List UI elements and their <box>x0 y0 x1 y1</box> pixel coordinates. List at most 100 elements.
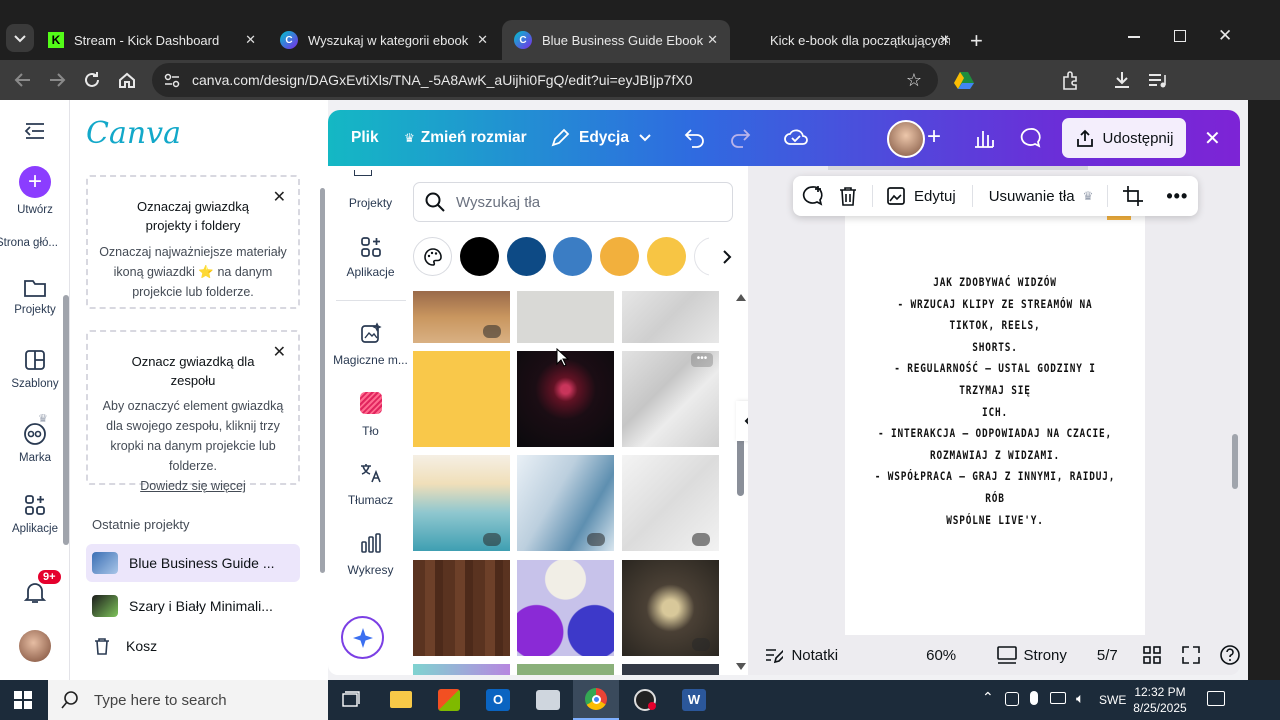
forward-icon[interactable] <box>46 69 68 91</box>
close-icon[interactable]: ✕ <box>477 32 488 48</box>
rail-item-projects[interactable]: Projekty <box>0 276 70 316</box>
file-explorer-icon[interactable] <box>390 691 412 708</box>
windows-start-icon[interactable] <box>14 691 32 709</box>
pages-button[interactable]: Strony <box>1024 647 1067 664</box>
download-icon[interactable] <box>1111 69 1133 91</box>
color-swatch-blue[interactable] <box>553 237 592 276</box>
close-icon[interactable]: ✕ <box>707 32 718 48</box>
create-button[interactable]: + Utwórz <box>0 166 70 216</box>
rail-item-apps[interactable]: Aplikacje <box>0 493 70 535</box>
background-thumbnail-balloons[interactable] <box>517 560 614 656</box>
background-thumbnail-dark[interactable] <box>622 664 719 675</box>
notification-center-icon[interactable] <box>1207 691 1225 706</box>
remove-background-button[interactable]: Usuwanie tła <box>989 188 1075 205</box>
background-thumbnail-laboratory[interactable] <box>517 455 614 551</box>
left-rail-scrollbar[interactable] <box>63 295 69 545</box>
word-icon[interactable]: W <box>682 689 706 711</box>
canvas-scrollbar[interactable] <box>1232 434 1238 489</box>
comment-icon[interactable] <box>1019 126 1043 150</box>
bookmark-star-icon[interactable]: ☆ <box>906 70 922 91</box>
close-icon[interactable]: ✕ <box>245 32 256 48</box>
resize-menu[interactable]: ♛ Zmień rozmiar <box>404 110 527 166</box>
side-panel-scrollbar[interactable] <box>320 188 325 573</box>
background-thumbnail-ocean[interactable] <box>413 455 510 551</box>
file-menu[interactable]: Plik <box>351 110 379 166</box>
crop-icon[interactable] <box>1122 185 1144 207</box>
app-icon[interactable] <box>536 690 560 710</box>
recent-item[interactable]: Szary i Biały Minimali... <box>86 587 300 625</box>
color-swatch-orange[interactable] <box>600 237 639 276</box>
background-thumbnail-marble[interactable] <box>622 291 719 343</box>
close-window-button[interactable]: ✕ <box>1218 26 1232 46</box>
task-view-icon[interactable] <box>341 690 361 710</box>
learn-more-link[interactable]: Dowiedz się więcej <box>96 476 290 496</box>
tool-apps[interactable]: Aplikacje <box>328 236 413 279</box>
rail-item-templates[interactable]: Szablony <box>0 348 70 390</box>
drive-icon[interactable] <box>953 69 975 91</box>
reload-icon[interactable] <box>81 69 103 91</box>
swatch-scroll-right[interactable] <box>709 237 745 276</box>
outlook-icon[interactable]: O <box>486 689 510 711</box>
user-avatar[interactable] <box>19 630 51 662</box>
new-tab-button[interactable]: + <box>970 28 983 54</box>
more-options-icon[interactable]: ••• <box>691 353 713 367</box>
minimize-button[interactable] <box>1128 36 1140 38</box>
edit-menu[interactable]: Edycja <box>550 110 652 166</box>
close-icon[interactable]: ✕ <box>939 32 950 48</box>
home-icon[interactable] <box>116 69 138 91</box>
share-button[interactable]: Udostępnij <box>1062 118 1186 158</box>
page-text-block[interactable]: JAK ZDOBYWAĆ WIDZÓW - WRZUCAJ KLIPY ZE S… <box>872 272 1118 531</box>
color-swatch-black[interactable] <box>460 237 499 276</box>
extensions-icon[interactable] <box>1060 69 1082 91</box>
tool-background[interactable]: Tło <box>328 392 413 438</box>
magic-assistant-button[interactable] <box>341 616 384 659</box>
color-swatch-navy[interactable] <box>507 237 546 276</box>
background-thumbnail-green[interactable] <box>517 664 614 675</box>
tool-projects[interactable]: Projekty <box>328 196 413 210</box>
tool-charts[interactable]: Wykresy <box>328 532 413 577</box>
tab-search-ebook[interactable]: C Wyszukaj w kategorii ebook ter ✕ <box>268 20 500 60</box>
notes-button[interactable]: Notatki <box>791 647 838 664</box>
background-thumbnail-hallway[interactable] <box>622 560 719 656</box>
pages-icon[interactable] <box>996 645 1017 665</box>
design-page[interactable]: JAK ZDOBYWAĆ WIDZÓW - WRZUCAJ KLIPY ZE S… <box>845 216 1145 635</box>
zoom-level[interactable]: 60% <box>926 647 956 664</box>
comment-add-icon[interactable] <box>801 184 825 208</box>
collaborator-avatar[interactable] <box>887 120 925 158</box>
background-thumbnail-classroom[interactable] <box>413 291 510 343</box>
site-settings-icon[interactable] <box>162 70 182 90</box>
tool-magic[interactable]: Magiczne m... <box>328 322 413 367</box>
rail-item-home[interactable]: Strona głó... <box>0 237 70 249</box>
microphone-icon[interactable] <box>1030 691 1038 705</box>
panel-scroll-up[interactable] <box>736 294 746 301</box>
restore-button[interactable] <box>1174 30 1186 42</box>
analytics-icon[interactable] <box>972 126 996 150</box>
background-thumbnail-wood[interactable] <box>413 560 510 656</box>
redo-icon[interactable] <box>728 127 752 149</box>
back-icon[interactable] <box>12 69 34 91</box>
tab-kick-dashboard[interactable]: K Stream - Kick Dashboard ✕ <box>36 20 268 60</box>
cloud-saved-icon[interactable] <box>783 125 809 149</box>
collapse-menu-icon[interactable] <box>24 122 46 140</box>
tab-blue-business-guide[interactable]: C Blue Business Guide Ebook – O ✕ <box>502 20 730 60</box>
chrome-icon[interactable] <box>573 680 619 720</box>
panel-scroll-down[interactable] <box>736 663 746 670</box>
recent-item[interactable]: Blue Business Guide ... <box>86 544 300 582</box>
close-icon[interactable]: ✕ <box>273 187 286 207</box>
palette-button[interactable] <box>413 237 452 276</box>
tool-translate[interactable]: Tłumacz <box>328 462 413 507</box>
close-editor-button[interactable]: ✕ <box>1204 126 1221 151</box>
background-thumbnail-gradient[interactable] <box>413 664 510 675</box>
meet-now-icon[interactable] <box>1005 692 1019 706</box>
background-thumbnail-crumpled-paper[interactable]: ••• <box>622 351 719 447</box>
more-options-icon[interactable]: ••• <box>1166 186 1188 207</box>
background-search-input[interactable]: Wyszukaj tła <box>413 182 733 222</box>
undo-icon[interactable] <box>683 127 707 149</box>
taskbar-clock[interactable]: 12:32 PM 8/25/2025 <box>1130 684 1190 716</box>
color-swatch-yellow[interactable] <box>647 237 686 276</box>
background-thumbnail-yellow[interactable] <box>413 351 510 447</box>
canva-logo[interactable]: Canva <box>86 116 181 151</box>
volume-icon[interactable]: 🔈︎ <box>1076 690 1084 707</box>
add-collaborator-button[interactable]: + <box>927 123 941 151</box>
background-thumbnail-concrete[interactable] <box>517 291 614 343</box>
